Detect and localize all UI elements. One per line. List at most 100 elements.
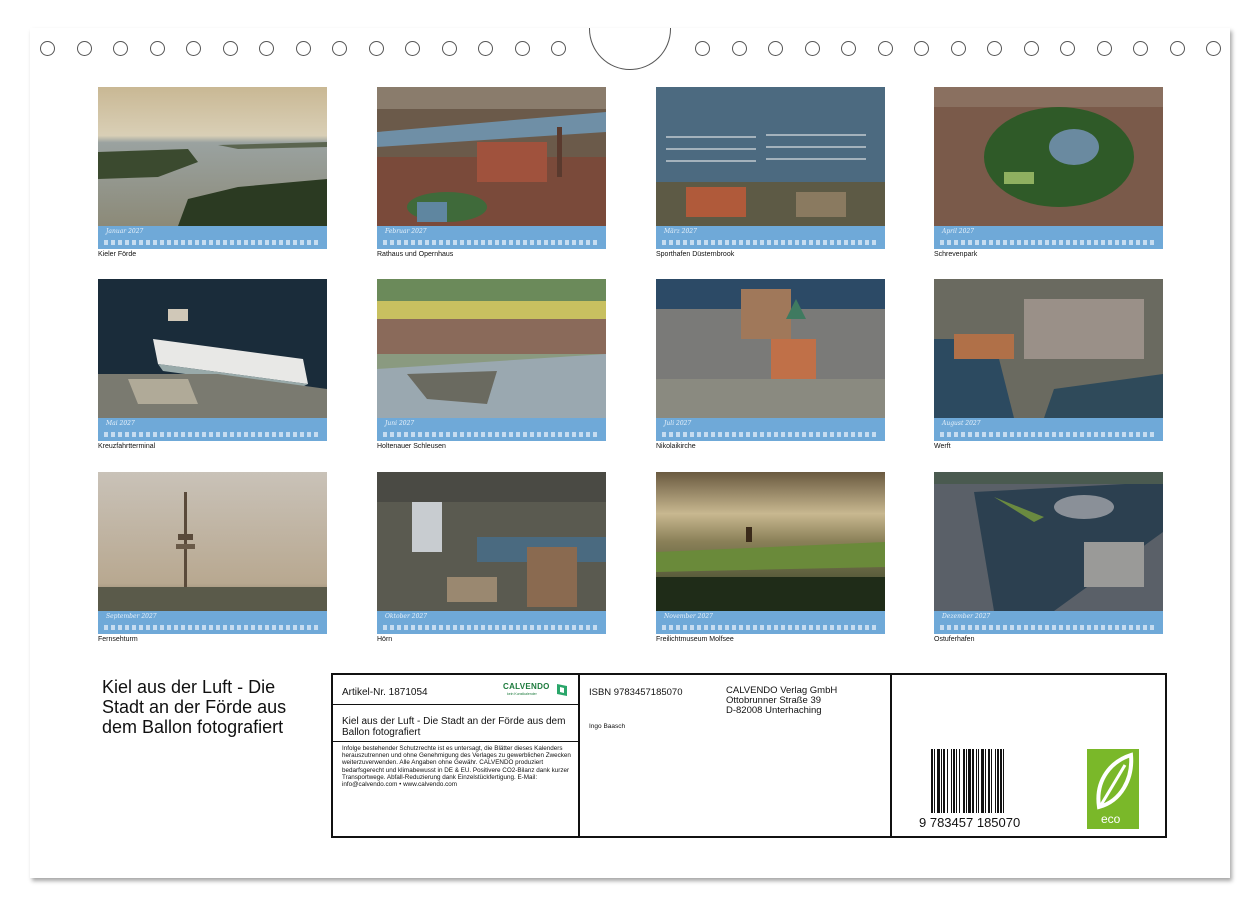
imprint-column-2: ISBN 9783457185070 Ingo Baasch CALVENDO … [580, 675, 892, 836]
month-tile: April 2027 Schrevenpark [934, 87, 1163, 258]
eco-badge: eco [1087, 749, 1139, 829]
binding-hole [1060, 41, 1075, 56]
photo-hoern [377, 472, 606, 611]
binding-hole [259, 41, 274, 56]
barcode-bar [943, 749, 945, 813]
binding-hole [695, 41, 710, 56]
month-tile: November 2027 Freilichtmuseum Molfsee [656, 472, 885, 643]
photo-caption: Holtenauer Schleusen [377, 443, 446, 450]
barcode-bar [995, 749, 996, 813]
month-calendar-strip: Juli 2027 [656, 418, 885, 441]
publisher-city: D-82008 Unterhaching [726, 705, 822, 716]
month-name: Dezember 2027 [942, 613, 991, 620]
photo-sporthafen [656, 87, 885, 226]
month-tile: Juli 2027 Nikolaikirche [656, 279, 885, 450]
binding-hole [731, 41, 747, 56]
calvendo-logo: CALVENDO kein Kunstkalender [503, 680, 569, 700]
month-name: Oktober 2027 [385, 613, 428, 620]
month-name: November 2027 [664, 613, 713, 620]
binding-hole [222, 41, 238, 56]
photo-rathaus [377, 87, 606, 226]
month-calendar-strip: April 2027 [934, 226, 1163, 249]
barcode: 9 783457 185070 [919, 749, 1020, 829]
barcode-bar [997, 749, 999, 813]
month-calendar-strip: Januar 2027 [98, 226, 327, 249]
photo-caption: Kreuzfahrtterminal [98, 443, 156, 450]
month-tile: März 2027 Sporthafen Düsternbrook [656, 87, 885, 258]
author: Ingo Baasch [589, 723, 626, 730]
binding-hole [1096, 41, 1112, 56]
binding-hole [405, 41, 420, 56]
binding-hole [841, 41, 856, 56]
month-calendar-strip: März 2027 [656, 226, 885, 249]
barcode-bar [981, 749, 984, 813]
binding-hole [914, 41, 929, 56]
month-name: Februar 2027 [385, 228, 427, 235]
binding-hole [1023, 41, 1039, 56]
barcode-bar [988, 749, 990, 813]
month-calendar-strip: September 2027 [98, 611, 327, 634]
barcode-bar [1000, 749, 1002, 813]
binding-hole [332, 41, 347, 56]
binding-hole [441, 41, 457, 56]
barcode-bar [976, 749, 977, 813]
leaf-icon: eco [1096, 752, 1134, 826]
calendar-title: Kiel aus der Luft - Die Stadt an der För… [102, 677, 287, 737]
imprint-box: Artikel-Nr. 1871054 CALVENDO kein Kunstk… [331, 673, 1167, 838]
barcode-bar [968, 749, 971, 813]
month-tile: Juni 2027 Holtenauer Schleusen [377, 279, 606, 450]
barcode-bar [953, 749, 955, 813]
month-name: März 2027 [664, 228, 697, 235]
calvendo-logo-icon [557, 684, 567, 696]
binding-hole [113, 41, 128, 56]
month-tile: Oktober 2027 Hörn [377, 472, 606, 643]
photo-kreuzfahrtterminal [98, 279, 327, 418]
photo-caption: Kieler Förde [98, 251, 137, 258]
isbn: ISBN 9783457185070 [589, 687, 683, 698]
month-calendar-strip: Februar 2027 [377, 226, 606, 249]
binding-hole [1133, 41, 1148, 56]
barcode-bar [972, 749, 974, 813]
month-calendar-strip: Juni 2027 [377, 418, 606, 441]
photo-caption: Schrevenpark [934, 251, 978, 258]
barcode-bar [931, 749, 933, 813]
binding-hole [76, 41, 92, 56]
svg-text:eco: eco [1101, 812, 1121, 826]
photo-werft [934, 279, 1163, 418]
month-calendar-strip: November 2027 [656, 611, 885, 634]
binding-hole [186, 41, 201, 56]
month-name: Juli 2027 [664, 420, 692, 427]
month-calendar-strip: Oktober 2027 [377, 611, 606, 634]
barcode-bar [1003, 749, 1004, 813]
month-name: August 2027 [942, 420, 981, 427]
barcode-bar [934, 749, 935, 813]
month-tile: Januar 2027 Kieler Förde [98, 87, 327, 258]
photo-caption: Sporthafen Düsternbrook [656, 251, 735, 258]
month-calendar-strip: August 2027 [934, 418, 1163, 441]
binding-hole [551, 41, 566, 56]
photo-caption: Ostuferhafen [934, 636, 975, 643]
binding-hole [368, 41, 384, 56]
month-tile: August 2027 Werft [934, 279, 1163, 450]
binding-hole [478, 41, 493, 56]
month-name: Januar 2027 [106, 228, 144, 235]
photo-caption: Hörn [377, 636, 393, 643]
binding-hole [768, 41, 783, 56]
month-tile: Mai 2027 Kreuzfahrtterminal [98, 279, 327, 450]
barcode-bar [978, 749, 979, 813]
photo-ostuferhafen [934, 472, 1163, 611]
imprint-title: Kiel aus der Luft - Die Stadt an der För… [342, 716, 566, 738]
barcode-bar [956, 749, 957, 813]
barcode-bar [963, 749, 965, 813]
photo-kieler-foerde [98, 87, 327, 226]
barcode-bar [937, 749, 940, 813]
article-number: Artikel-Nr. 1871054 [342, 687, 428, 698]
binding-hole [295, 41, 311, 56]
barcode-bar [991, 749, 992, 813]
photo-holtenauer-schleusen [377, 279, 606, 418]
photo-caption: Nikolaikirche [656, 443, 696, 450]
binding-hole [987, 41, 1002, 56]
photo-freilichtmuseum [656, 472, 885, 611]
binding-hole [950, 41, 966, 56]
binding-hole [1169, 41, 1185, 56]
